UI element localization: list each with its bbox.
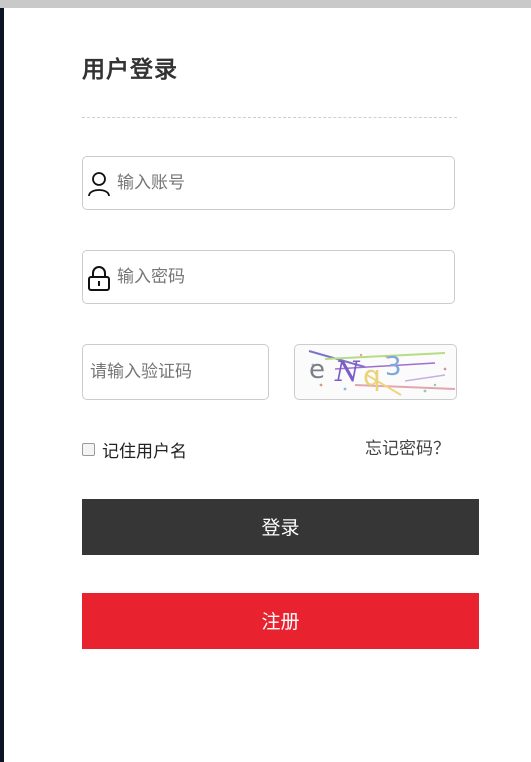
captcha-char: 3 (385, 352, 402, 382)
captcha-field[interactable] (82, 344, 269, 400)
forgot-password-link[interactable]: 忘记密码？ (365, 438, 450, 460)
remember-checkbox[interactable] (82, 442, 95, 456)
login-panel: 用户登录 输入账号 请输入验证码 e N q 3 记住用户名 忘记密码？ 登录 … (4, 8, 531, 762)
captcha-char: q (363, 359, 381, 392)
password-field[interactable] (82, 250, 455, 304)
password-input[interactable] (117, 251, 447, 303)
browser-top-bar (0, 0, 531, 8)
captcha-char: N (334, 355, 361, 388)
user-icon (87, 171, 111, 197)
remember-label: 记住用户名 (102, 441, 187, 462)
login-button[interactable]: 登录 (82, 499, 479, 555)
page-title: 用户登录 (82, 57, 178, 83)
remember-username[interactable]: 记住用户名 (82, 438, 187, 462)
username-field[interactable] (82, 156, 455, 210)
captcha-image[interactable]: e N q 3 (294, 344, 457, 400)
register-button[interactable]: 注册 (82, 593, 479, 649)
username-input[interactable] (117, 157, 447, 209)
lock-icon (87, 265, 111, 291)
captcha-char: e (309, 355, 325, 385)
captcha-input[interactable] (90, 345, 260, 399)
title-divider (82, 117, 457, 118)
